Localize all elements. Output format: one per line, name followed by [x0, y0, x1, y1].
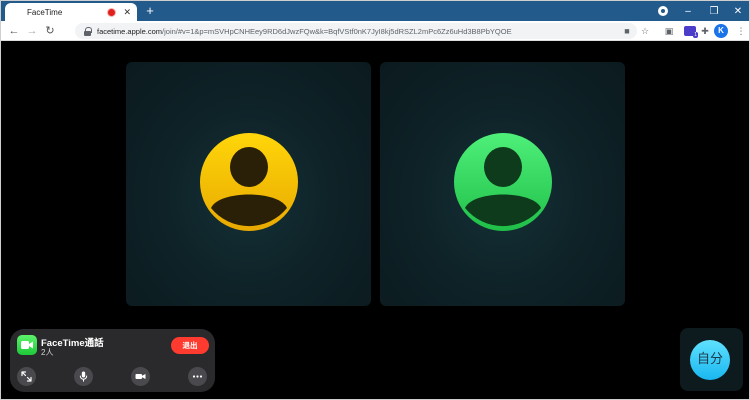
- mute-button[interactable]: [74, 367, 93, 386]
- browser-window: FaceTime ✕ + – ❐ ✕ ← → ↻ facetime.apple.…: [0, 0, 750, 400]
- menu-kebab-icon[interactable]: ⋮: [735, 25, 747, 37]
- self-view[interactable]: 自分: [680, 328, 743, 391]
- more-button[interactable]: [188, 367, 207, 386]
- tab-close-icon[interactable]: ✕: [123, 7, 131, 17]
- lock-icon: [84, 27, 92, 36]
- participant-tile[interactable]: [380, 62, 625, 306]
- facetime-app-icon: [17, 335, 37, 355]
- camera-in-use-icon[interactable]: ■: [621, 25, 633, 37]
- self-avatar: 自分: [690, 340, 730, 380]
- microphone-icon: [79, 371, 88, 382]
- person-avatar-icon: [454, 133, 552, 231]
- address-path: /join/#v=1&p=mSVHpCNHEey9RD6dJwzFQw&k=Bq…: [162, 26, 512, 36]
- new-tab-button[interactable]: +: [143, 4, 157, 18]
- forward-button[interactable]: →: [25, 23, 39, 39]
- minimize-button[interactable]: –: [675, 1, 701, 21]
- tab-title: FaceTime: [27, 7, 63, 17]
- person-avatar-icon: [200, 133, 298, 231]
- restore-button[interactable]: ❐: [701, 1, 727, 21]
- tab-facetime[interactable]: FaceTime ✕: [5, 3, 137, 21]
- leave-button[interactable]: 退出: [171, 337, 209, 354]
- call-stage: FaceTime通話 2人 退出 自分: [1, 42, 749, 399]
- expand-icon: [21, 371, 32, 382]
- recording-indicator-icon: [108, 8, 116, 16]
- reload-button[interactable]: ↻: [43, 23, 57, 39]
- participant-tile[interactable]: [126, 62, 371, 306]
- apple-icon: [11, 8, 20, 17]
- expand-button[interactable]: [17, 367, 36, 386]
- address-host: facetime.apple.com: [97, 26, 163, 36]
- address-bar[interactable]: facetime.apple.com/join/#v=1&p=mSVHpCNHE…: [75, 23, 637, 39]
- star-icon[interactable]: ☆: [639, 25, 651, 37]
- tab-bar: FaceTime ✕ + – ❐ ✕: [1, 1, 749, 21]
- camera-button[interactable]: [131, 367, 150, 386]
- screenshot-extension-icon[interactable]: ▣: [663, 25, 675, 37]
- profile-avatar[interactable]: K: [714, 24, 728, 38]
- browser-toolbar: ← → ↻ facetime.apple.com/join/#v=1&p=mSV…: [1, 21, 749, 41]
- more-icon: [192, 375, 203, 378]
- extension-badge-icon[interactable]: 1: [684, 26, 698, 38]
- call-control-panel: FaceTime通話 2人 退出: [10, 329, 215, 392]
- video-icon: [21, 341, 33, 349]
- close-window-button[interactable]: ✕: [725, 1, 749, 21]
- back-button[interactable]: ←: [7, 23, 21, 39]
- participant-count: 2人: [41, 348, 54, 357]
- media-control-icon[interactable]: [658, 6, 668, 16]
- video-camera-icon: [135, 374, 146, 379]
- extensions-puzzle-icon[interactable]: ✚: [699, 25, 711, 37]
- address-url: facetime.apple.com/join/#v=1&p=mSVHpCNHE…: [97, 27, 512, 36]
